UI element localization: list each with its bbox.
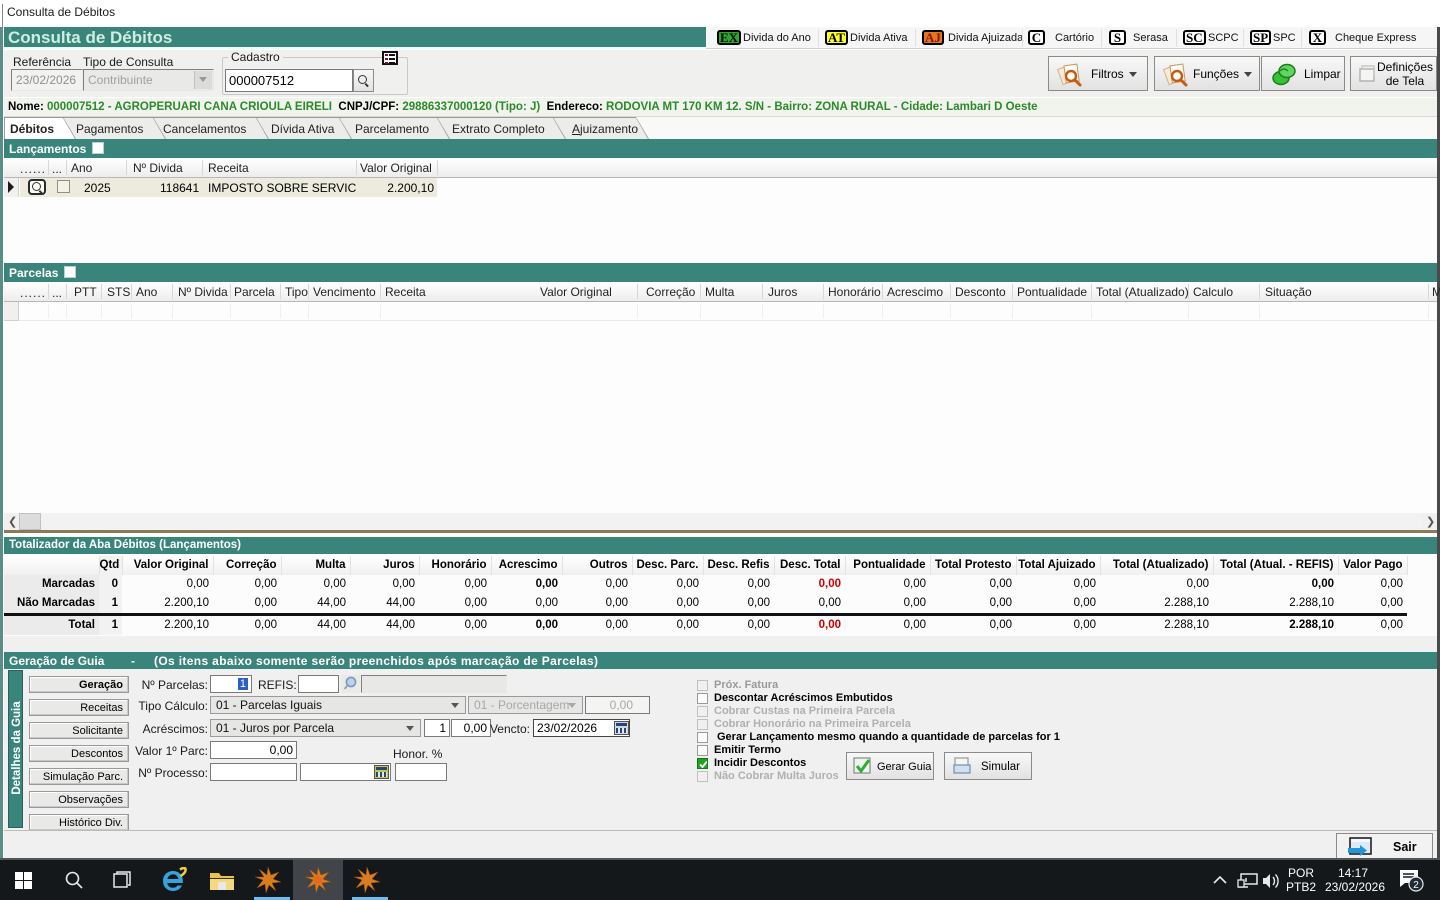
svg-text:2: 2 bbox=[1413, 880, 1419, 891]
